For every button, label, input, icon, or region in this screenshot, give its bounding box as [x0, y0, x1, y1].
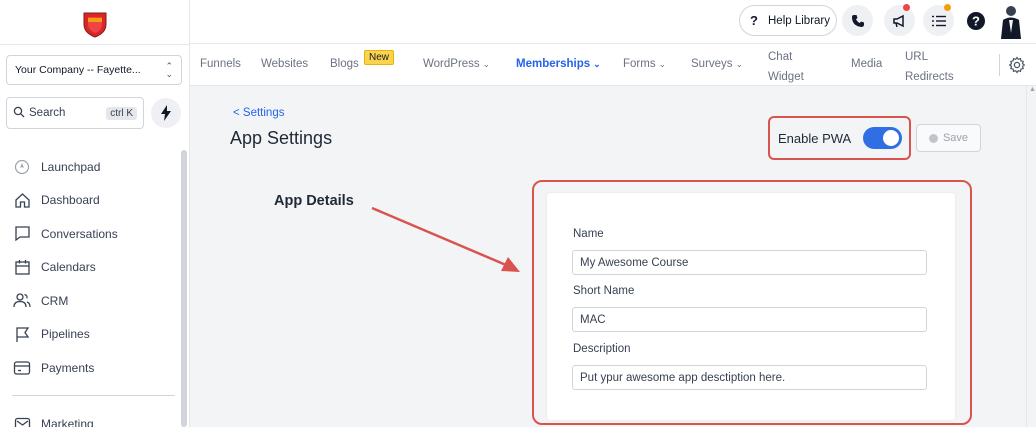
list-icon	[931, 15, 946, 26]
annotation-arrow-icon	[371, 206, 520, 272]
tab-label: URL	[905, 51, 929, 63]
enable-pwa-toggle[interactable]	[863, 127, 902, 149]
tab-label: WordPress	[423, 58, 480, 70]
tab-label: Forms	[623, 58, 656, 70]
sidebar-item-label: Calendars	[41, 260, 96, 275]
section-title: App Details	[274, 193, 354, 209]
calendar-icon	[12, 257, 32, 277]
tab-label: Widget	[768, 71, 804, 83]
card-icon	[12, 358, 32, 378]
sidebar-item-label: Conversations	[41, 226, 118, 241]
chevron-down-icon: ⌄	[593, 59, 601, 69]
sidebar-scrollbar[interactable]	[181, 150, 187, 427]
save-status-icon	[928, 133, 938, 143]
company-name: Your Company -- Fayette...	[15, 64, 141, 76]
short-name-field[interactable]: MAC	[572, 307, 927, 332]
chevron-updown-icon: ⌃ ⌄	[165, 61, 173, 79]
short-name-label: Short Name	[573, 285, 635, 297]
description-label: Description	[573, 343, 631, 355]
lightning-icon	[161, 105, 171, 121]
flag-icon	[12, 324, 32, 344]
chat-icon	[12, 224, 32, 244]
search-input[interactable]: Search ctrl K	[6, 97, 144, 129]
enable-pwa-label: Enable PWA	[778, 131, 852, 146]
help-circle-icon: ?	[966, 11, 985, 30]
sidebar-item-marketing[interactable]: Marketing	[12, 414, 94, 427]
tab-blogs[interactable]: Blogs	[330, 58, 359, 70]
sidebar-item-label: CRM	[41, 293, 69, 308]
search-label: Search	[29, 107, 66, 119]
tab-url-redirects[interactable]: URL Redirects	[905, 47, 954, 87]
sidebar-nav: Launchpad Dashboard Conversations Calend…	[12, 150, 172, 385]
sidebar-item-label: Marketing	[41, 417, 94, 427]
tab-funnels[interactable]: Funnels	[200, 58, 241, 70]
tab-label: Redirects	[905, 71, 954, 83]
tab-websites[interactable]: Websites	[261, 58, 308, 70]
sidebar-item-label: Launchpad	[41, 159, 101, 174]
name-label: Name	[573, 228, 604, 240]
help-button[interactable]: ?	[960, 5, 991, 36]
tab-wordpress[interactable]: WordPress ⌄	[423, 58, 490, 70]
tab-forms[interactable]: Forms ⌄	[623, 58, 666, 70]
content-scrollbar[interactable]: ▲	[1026, 86, 1036, 427]
sidebar-item-label: Payments	[41, 360, 95, 375]
tab-label: Surveys	[691, 58, 733, 70]
quick-actions-button[interactable]	[151, 98, 181, 128]
tab-label: Chat	[768, 51, 793, 63]
tab-label: Memberships	[516, 58, 591, 70]
toggle-knob	[883, 130, 899, 146]
scroll-up-icon: ▲	[1029, 86, 1036, 93]
page-title: App Settings	[230, 128, 333, 148]
top-bar: ? Help Library ?	[190, 0, 1036, 44]
users-icon	[12, 291, 32, 311]
brand-logo[interactable]	[80, 9, 110, 39]
tasks-button[interactable]	[923, 4, 954, 36]
settings-button[interactable]	[1008, 56, 1026, 74]
sidebar-item-pipelines[interactable]: Pipelines	[12, 318, 172, 352]
sidebar-item-crm[interactable]: CRM	[12, 284, 172, 318]
phone-button[interactable]	[842, 5, 873, 36]
search-shortcut: ctrl K	[106, 106, 137, 120]
announcements-button[interactable]	[884, 4, 915, 36]
new-badge: New	[364, 50, 395, 65]
avatar[interactable]	[996, 3, 1026, 39]
notification-dot	[944, 4, 951, 11]
chevron-down-icon: ⌄	[658, 59, 667, 69]
help-library-label: Help Library	[768, 14, 830, 27]
tab-surveys[interactable]: Surveys ⌄	[691, 58, 743, 70]
sidebar-item-label: Dashboard	[41, 193, 100, 208]
svg-text:?: ?	[972, 13, 980, 28]
sidebar-item-calendars[interactable]: Calendars	[12, 251, 172, 285]
notification-dot	[903, 4, 910, 11]
save-button[interactable]: Save	[916, 124, 981, 152]
tab-media[interactable]: Media	[851, 58, 882, 70]
sidebar-item-payments[interactable]: Payments	[12, 351, 172, 385]
sidebar-item-launchpad[interactable]: Launchpad	[12, 150, 172, 184]
megaphone-icon	[893, 14, 904, 27]
launchpad-icon	[12, 157, 32, 177]
search-icon	[13, 106, 25, 121]
company-switcher[interactable]: Your Company -- Fayette... ⌃ ⌄	[6, 55, 182, 85]
gear-icon	[1008, 56, 1026, 74]
home-icon	[12, 190, 32, 210]
site-builder-tabs: Funnels Websites Blogs New WordPress ⌄ Me…	[190, 44, 1036, 86]
chevron-down-icon: ⌄	[482, 59, 491, 69]
help-library-button[interactable]: ? Help Library	[739, 5, 837, 36]
sidebar-item-conversations[interactable]: Conversations	[12, 217, 172, 251]
description-field[interactable]: Put ypur awesome app desctiption here.	[572, 365, 927, 390]
tab-memberships[interactable]: Memberships ⌄	[516, 58, 601, 70]
sidebar-item-label: Pipelines	[41, 327, 90, 342]
sidebar-item-dashboard[interactable]: Dashboard	[12, 184, 172, 218]
tab-chat-widget[interactable]: Chat Widget	[768, 47, 804, 87]
name-field[interactable]: My Awesome Course	[572, 250, 927, 275]
sidebar: Your Company -- Fayette... ⌃ ⌄ Search ctr…	[0, 0, 190, 427]
back-to-settings-link[interactable]: < Settings	[233, 107, 284, 119]
question-icon: ?	[750, 13, 758, 28]
chevron-down-icon: ⌄	[735, 59, 744, 69]
save-label: Save	[942, 132, 969, 144]
phone-icon	[851, 14, 864, 27]
mail-icon	[12, 414, 32, 427]
